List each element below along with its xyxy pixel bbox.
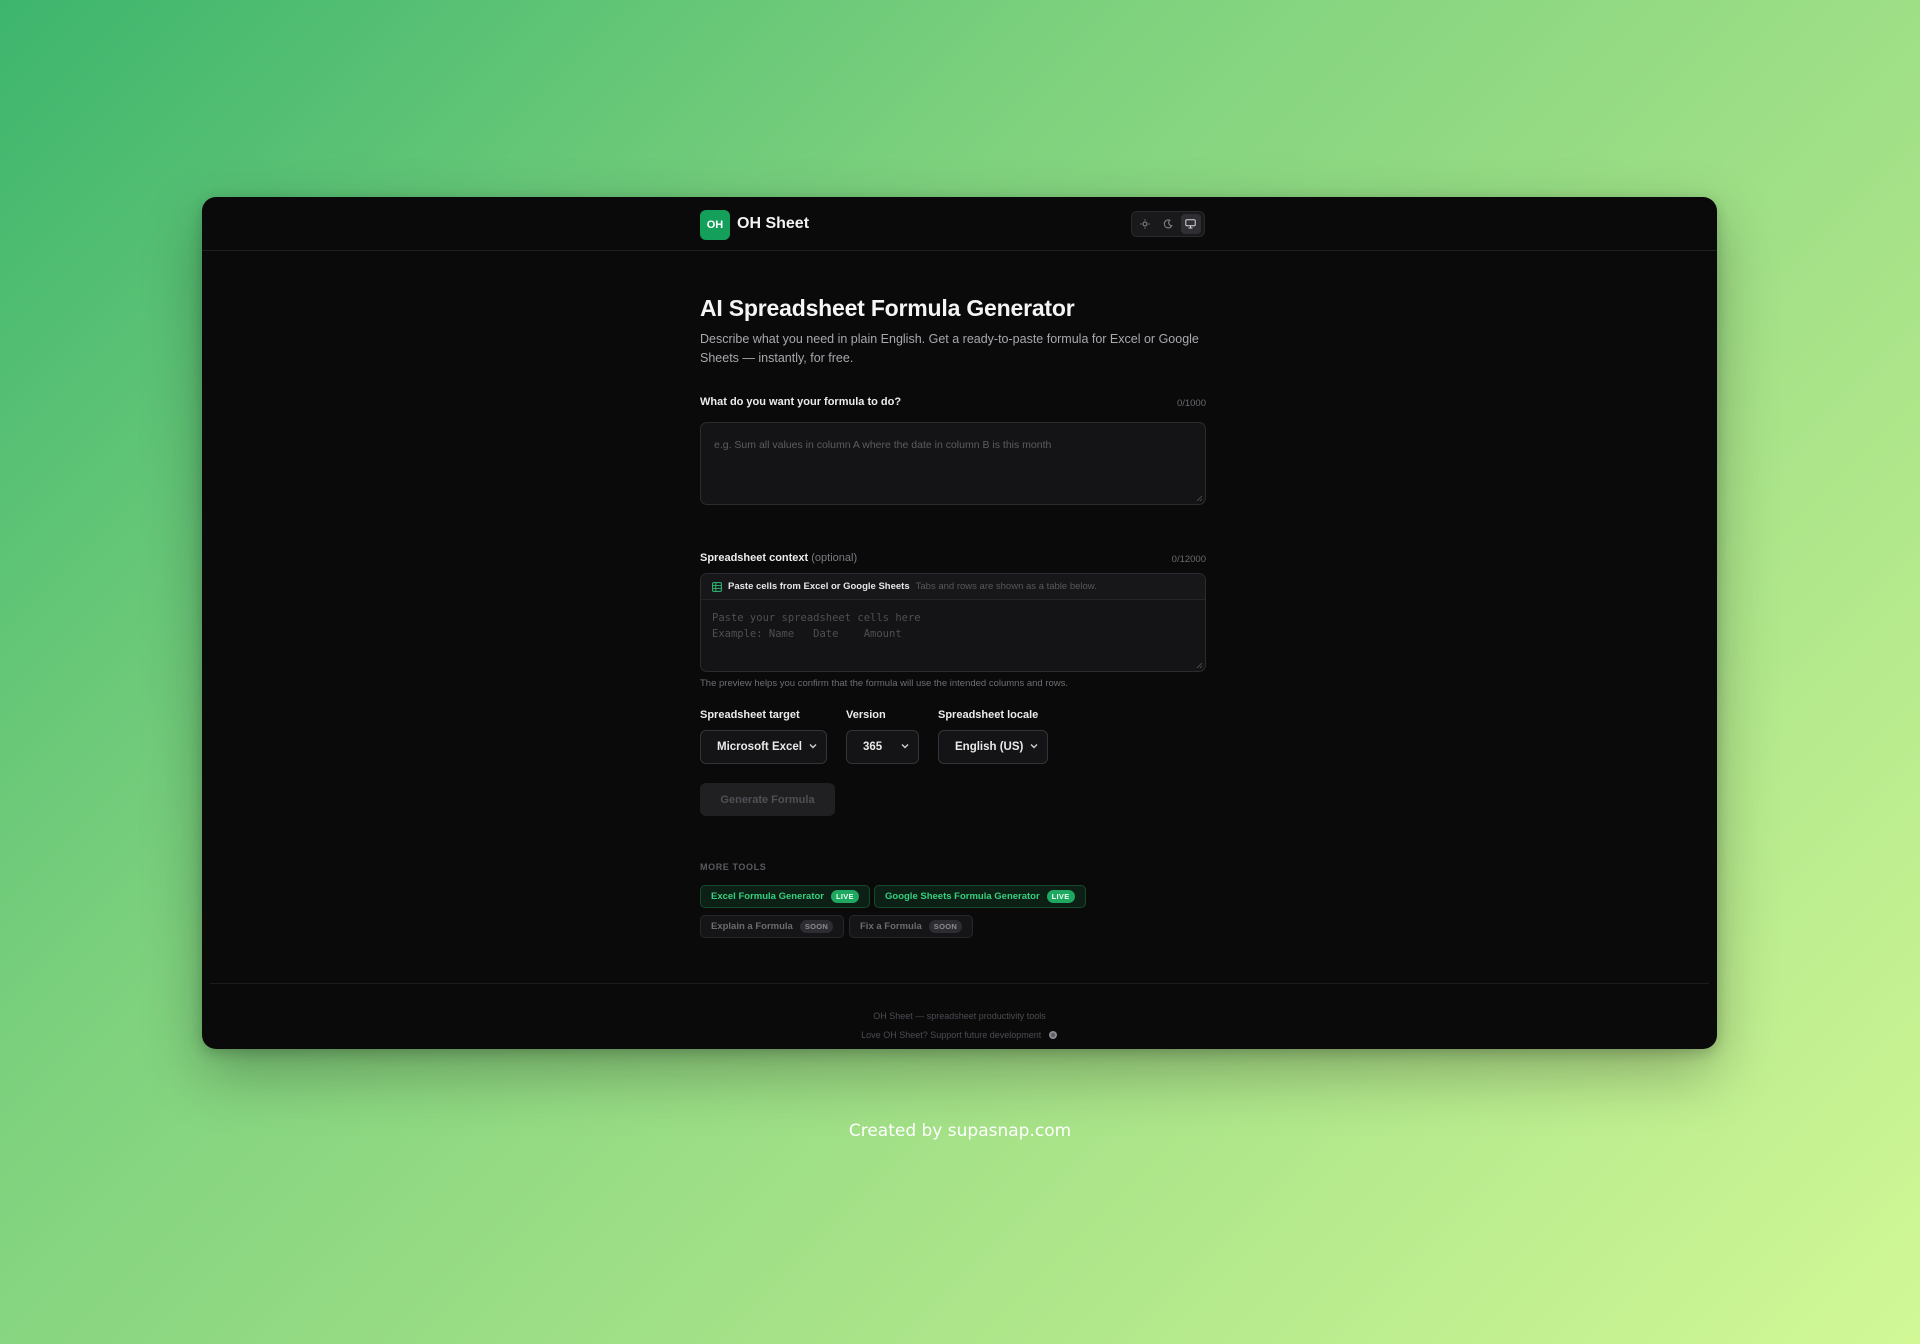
table-icon [712,581,722,592]
tool-google-sheets-formula-generator[interactable]: Google Sheets Formula Generator LIVE [874,885,1086,908]
paste-title: Paste cells from Excel or Google Sheets [728,581,910,592]
top-bar: OH OH Sheet [202,197,1717,251]
footer-tagline: OH Sheet — spreadsheet productivity tool… [873,1011,1046,1021]
context-label: Spreadsheet context (optional) [700,552,857,564]
soon-badge: SOON [799,920,834,933]
formula-prompt-input[interactable]: e.g. Sum all values in column A where th… [700,422,1206,505]
resize-handle-icon [1196,495,1203,502]
theme-system-button[interactable] [1180,214,1201,234]
live-badge: LIVE [1046,890,1075,903]
coffee-icon[interactable] [1048,1030,1058,1040]
tool-explain-a-formula[interactable]: Explain a Formula SOON [700,915,845,938]
version-select[interactable]: 365 [846,730,919,764]
spreadsheet-context-input[interactable]: Paste cells from Excel or Google Sheets … [700,573,1206,672]
paste-banner: Paste cells from Excel or Google Sheets … [701,574,1205,600]
target-label: Spreadsheet target [700,709,800,721]
footer-support: Love OH Sheet? Support future developmen… [202,1030,1717,1040]
spreadsheet-locale-select[interactable]: English (US) [938,730,1048,764]
live-badge: LIVE [830,890,859,903]
page-title: AI Spreadsheet Formula Generator [700,295,1075,321]
context-placeholder: Paste your spreadsheet cells here Exampl… [712,612,921,640]
tool-label: Explain a Formula [711,921,793,932]
tool-fix-a-formula[interactable]: Fix a Formula SOON [849,915,974,938]
tool-label: Excel Formula Generator [711,891,824,902]
theme-dark-button[interactable] [1158,214,1178,234]
support-link[interactable]: Love OH Sheet? Support future developmen… [861,1030,1041,1040]
context-counter: 0/12000 [1171,554,1206,565]
prompt-placeholder: e.g. Sum all values in column A where th… [714,439,1052,451]
prompt-counter: 0/1000 [1176,398,1206,409]
generate-formula-button[interactable]: Generate Formula [700,783,835,816]
sun-icon [1140,219,1151,229]
theme-switcher [1131,211,1205,237]
more-tools-heading: MORE TOOLS [700,862,767,872]
moon-icon [1163,219,1173,229]
locale-label: Spreadsheet locale [938,709,1039,721]
context-optional-text: (optional) [811,552,858,564]
tool-excel-formula-generator[interactable]: Excel Formula Generator LIVE [700,885,870,908]
tool-label: Fix a Formula [860,921,922,932]
chevron-down-icon [901,744,909,749]
context-helper-text: The preview helps you confirm that the f… [700,678,1069,689]
credit-watermark: Created by supasnap.com [848,1121,1072,1141]
spreadsheet-target-select[interactable]: Microsoft Excel [700,730,827,764]
target-value: Microsoft Excel [717,741,802,753]
soon-badge: SOON [928,920,963,933]
monitor-icon [1185,219,1196,229]
tool-label: Google Sheets Formula Generator [885,891,1040,902]
prompt-label: What do you want your formula to do? [700,396,902,408]
paste-hint: Tabs and rows are shown as a table below… [915,581,1097,592]
version-label: Version [846,709,886,721]
chevron-down-icon [1030,744,1038,749]
logo[interactable]: OH [700,210,730,240]
version-value: 365 [863,741,883,753]
locale-value: English (US) [955,741,1024,753]
theme-light-button[interactable] [1135,214,1155,234]
context-label-text: Spreadsheet context [700,552,809,564]
app-window: OH OH Sheet AI Spreadsheet Formula Gener… [202,197,1717,1049]
resize-handle-icon [1196,662,1203,669]
footer-divider [210,983,1709,984]
chevron-down-icon [809,744,817,749]
page-description: Describe what you need in plain English.… [700,332,1199,365]
brand-name[interactable]: OH Sheet [737,215,809,233]
